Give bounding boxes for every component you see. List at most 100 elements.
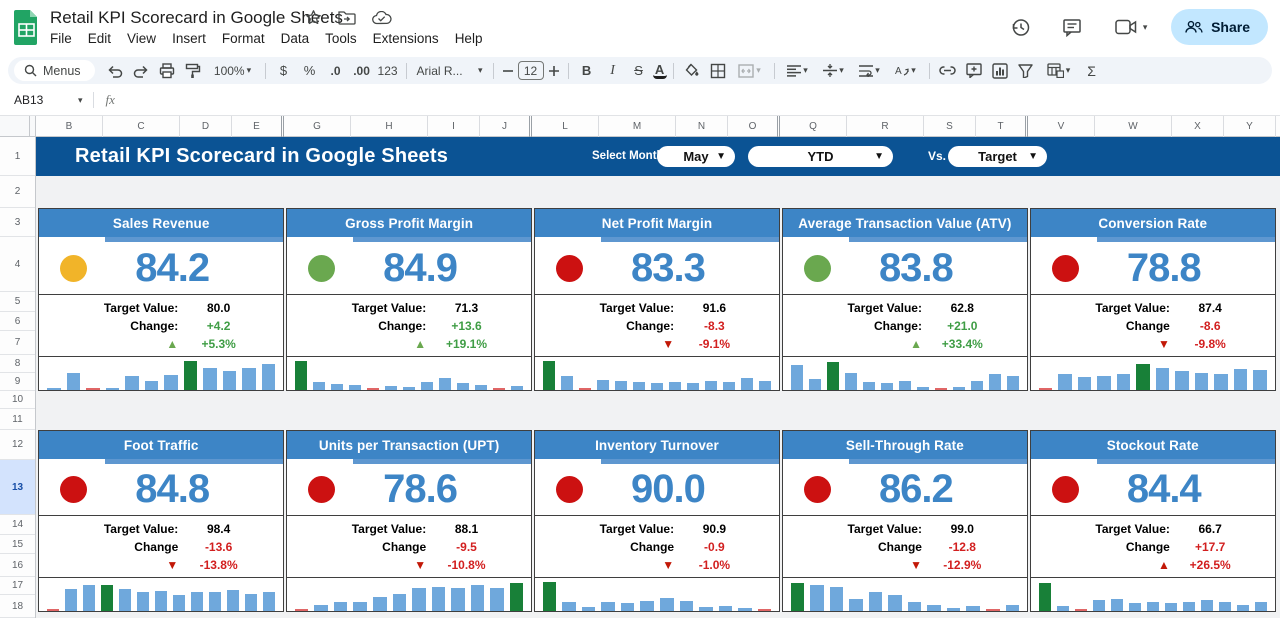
- text-color-button[interactable]: A: [653, 62, 667, 79]
- menus-search-button[interactable]: Menus: [14, 60, 95, 81]
- name-box-caret[interactable]: ▾: [78, 96, 83, 105]
- text-rotation-button[interactable]: A▾: [889, 60, 923, 82]
- column-header-E[interactable]: E: [232, 116, 284, 137]
- undo-button[interactable]: [103, 60, 127, 82]
- font-selector[interactable]: Arial R...▾: [413, 60, 487, 82]
- row-header-6[interactable]: 6: [0, 312, 35, 331]
- more-formats-button[interactable]: 123: [376, 60, 400, 82]
- menu-view[interactable]: View: [119, 29, 164, 48]
- text-wrap-button[interactable]: ▾: [853, 60, 887, 82]
- row-header-7[interactable]: 7: [0, 331, 35, 355]
- select-all-corner[interactable]: [0, 116, 36, 137]
- column-header-H[interactable]: H: [351, 116, 428, 137]
- share-button[interactable]: Share: [1171, 9, 1268, 45]
- row-header-2[interactable]: 2: [0, 176, 35, 208]
- increase-font-size-button[interactable]: [546, 60, 562, 82]
- version-history-icon[interactable]: [1001, 8, 1039, 46]
- period-dropdown[interactable]: YTD▼: [748, 146, 893, 167]
- column-header-R[interactable]: R: [847, 116, 924, 137]
- row-header-11[interactable]: 11: [0, 409, 35, 430]
- decrease-font-size-button[interactable]: [500, 60, 516, 82]
- column-header-I[interactable]: I: [428, 116, 480, 137]
- meet-presentation-icon[interactable]: ▾: [1105, 8, 1157, 46]
- row-header-18[interactable]: 18: [0, 595, 35, 618]
- column-header-N[interactable]: N: [676, 116, 728, 137]
- row-header-5[interactable]: 5: [0, 292, 35, 312]
- format-percent-button[interactable]: %: [298, 60, 322, 82]
- menu-insert[interactable]: Insert: [164, 29, 214, 48]
- row-header-4[interactable]: 4: [0, 237, 35, 292]
- font-size-input[interactable]: 12: [518, 61, 544, 80]
- column-header-O[interactable]: O: [728, 116, 780, 137]
- paint-format-button[interactable]: [181, 60, 205, 82]
- google-sheets-logo-icon[interactable]: [13, 9, 40, 45]
- menu-edit[interactable]: Edit: [80, 29, 119, 48]
- column-header-Q[interactable]: Q: [780, 116, 847, 137]
- menu-tools[interactable]: Tools: [317, 29, 365, 48]
- create-filter-button[interactable]: [1014, 60, 1038, 82]
- column-header-D[interactable]: D: [180, 116, 232, 137]
- kpi-value: 83.8: [831, 246, 1001, 291]
- cloud-saved-icon[interactable]: [372, 11, 392, 25]
- row-header-15[interactable]: 15: [0, 535, 35, 554]
- column-header-L[interactable]: L: [532, 116, 599, 137]
- column-header-T[interactable]: T: [976, 116, 1028, 137]
- move-to-folder-icon[interactable]: [338, 10, 356, 25]
- table-views-button[interactable]: ▾: [1040, 60, 1078, 82]
- row-header-3[interactable]: 3: [0, 208, 35, 237]
- row-header-12[interactable]: 12: [0, 430, 35, 460]
- decrease-decimal-button[interactable]: .0: [324, 60, 348, 82]
- spark-bar: [1219, 602, 1231, 611]
- formula-input[interactable]: [115, 85, 1280, 115]
- increase-decimal-button[interactable]: .00: [350, 60, 374, 82]
- strikethrough-button[interactable]: S: [627, 60, 651, 82]
- comments-icon[interactable]: [1053, 8, 1091, 46]
- row-header-10[interactable]: 10: [0, 391, 35, 409]
- star-icon[interactable]: [305, 9, 322, 26]
- row-header-16[interactable]: 16: [0, 554, 35, 577]
- zoom-control[interactable]: 100%▾: [207, 60, 259, 82]
- kpi-card-title: Units per Transaction (UPT): [287, 431, 531, 459]
- compare-dropdown[interactable]: Target▼: [948, 146, 1047, 167]
- menu-file[interactable]: File: [42, 29, 80, 48]
- redo-button[interactable]: [129, 60, 153, 82]
- merge-cells-button[interactable]: ▾: [732, 60, 768, 82]
- column-header-C[interactable]: C: [103, 116, 180, 137]
- column-header-V[interactable]: V: [1028, 116, 1095, 137]
- format-currency-button[interactable]: $: [272, 60, 296, 82]
- menu-format[interactable]: Format: [214, 29, 273, 48]
- column-header-G[interactable]: G: [284, 116, 351, 137]
- vertical-align-button[interactable]: ▾: [817, 60, 851, 82]
- document-title[interactable]: Retail KPI Scorecard in Google Sheets: [50, 8, 343, 28]
- row-header-9[interactable]: 9: [0, 373, 35, 391]
- column-header-B[interactable]: B: [36, 116, 103, 137]
- menu-help[interactable]: Help: [447, 29, 491, 48]
- insert-link-button[interactable]: [936, 60, 960, 82]
- column-header-J[interactable]: J: [480, 116, 532, 137]
- column-header-Y[interactable]: Y: [1224, 116, 1276, 137]
- name-box[interactable]: AB13: [0, 93, 76, 107]
- row-header-8[interactable]: 8: [0, 355, 35, 373]
- horizontal-align-button[interactable]: ▾: [781, 60, 815, 82]
- bold-button[interactable]: B: [575, 60, 599, 82]
- menu-extensions[interactable]: Extensions: [365, 29, 447, 48]
- row-header-17[interactable]: 17: [0, 577, 35, 595]
- column-header-M[interactable]: M: [599, 116, 676, 137]
- target-value: 62.8: [922, 300, 1003, 317]
- menu-data[interactable]: Data: [273, 29, 318, 48]
- row-header-13[interactable]: 13: [0, 460, 35, 515]
- italic-button[interactable]: I: [601, 60, 625, 82]
- print-button[interactable]: [155, 60, 179, 82]
- meet-dropdown-caret[interactable]: ▾: [1143, 23, 1148, 32]
- column-header-W[interactable]: W: [1095, 116, 1172, 137]
- fill-color-button[interactable]: [680, 60, 704, 82]
- row-header-14[interactable]: 14: [0, 515, 35, 535]
- row-header-1[interactable]: 1: [0, 137, 35, 176]
- insert-comment-button[interactable]: [962, 60, 986, 82]
- borders-button[interactable]: [706, 60, 730, 82]
- column-header-X[interactable]: X: [1172, 116, 1224, 137]
- month-dropdown[interactable]: May▼: [657, 146, 735, 167]
- insert-chart-button[interactable]: [988, 60, 1012, 82]
- column-header-S[interactable]: S: [924, 116, 976, 137]
- functions-button[interactable]: Σ: [1080, 60, 1104, 82]
